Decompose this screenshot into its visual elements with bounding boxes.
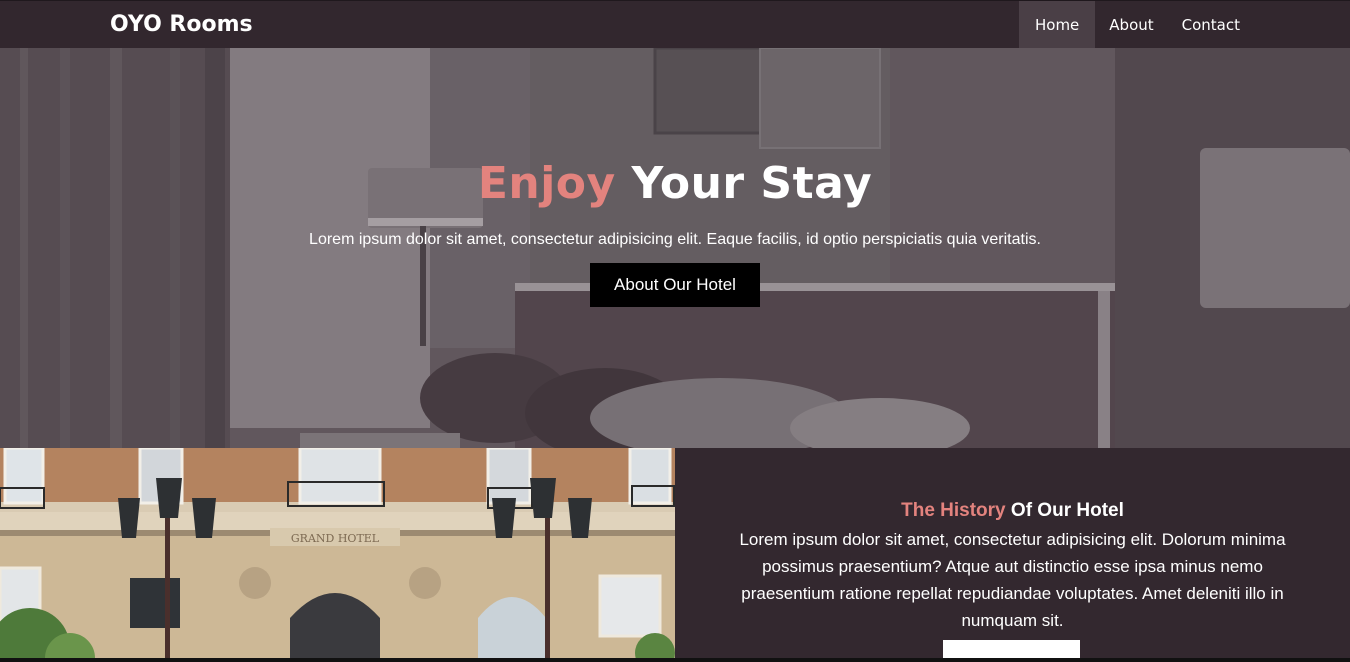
hotel-sign-text: GRAND HOTEL — [291, 532, 380, 545]
hero-title-accent: Enjoy — [477, 158, 616, 209]
bottom-strip — [0, 658, 1350, 662]
page: OYO Rooms Home About Contact Enjoy Your … — [0, 0, 1350, 662]
history-section: GRAND HOTEL The History Of Our Hotel Lor… — [0, 448, 1350, 662]
nav-link-contact[interactable]: Contact — [1168, 1, 1254, 49]
history-text-panel: The History Of Our Hotel Lorem ipsum dol… — [675, 448, 1350, 662]
history-title: The History Of Our Hotel — [675, 500, 1350, 522]
brand-logo[interactable]: OYO Rooms — [110, 12, 253, 37]
hero-subtitle: Lorem ipsum dolor sit amet, consectetur … — [309, 231, 1041, 248]
hotel-facade-image: GRAND HOTEL — [0, 448, 675, 662]
history-title-rest: Of Our Hotel — [1010, 500, 1124, 521]
hero-title: Enjoy Your Stay — [0, 158, 1350, 209]
about-hotel-button[interactable]: About Our Hotel — [590, 263, 760, 307]
nav-links: Home About Contact — [1018, 1, 1254, 49]
nav-link-about[interactable]: About — [1095, 1, 1167, 49]
nav-link-home[interactable]: Home — [1018, 1, 1096, 49]
navbar: OYO Rooms Home About Contact — [0, 0, 1350, 49]
history-title-accent: The History — [901, 500, 1006, 521]
hero-content: Enjoy Your Stay Lorem ipsum dolor sit am… — [0, 158, 1350, 307]
history-body: Lorem ipsum dolor sit amet, consectetur … — [739, 530, 1286, 630]
hero-title-rest: Your Stay — [631, 158, 873, 209]
hero-section: Enjoy Your Stay Lorem ipsum dolor sit am… — [0, 48, 1350, 448]
